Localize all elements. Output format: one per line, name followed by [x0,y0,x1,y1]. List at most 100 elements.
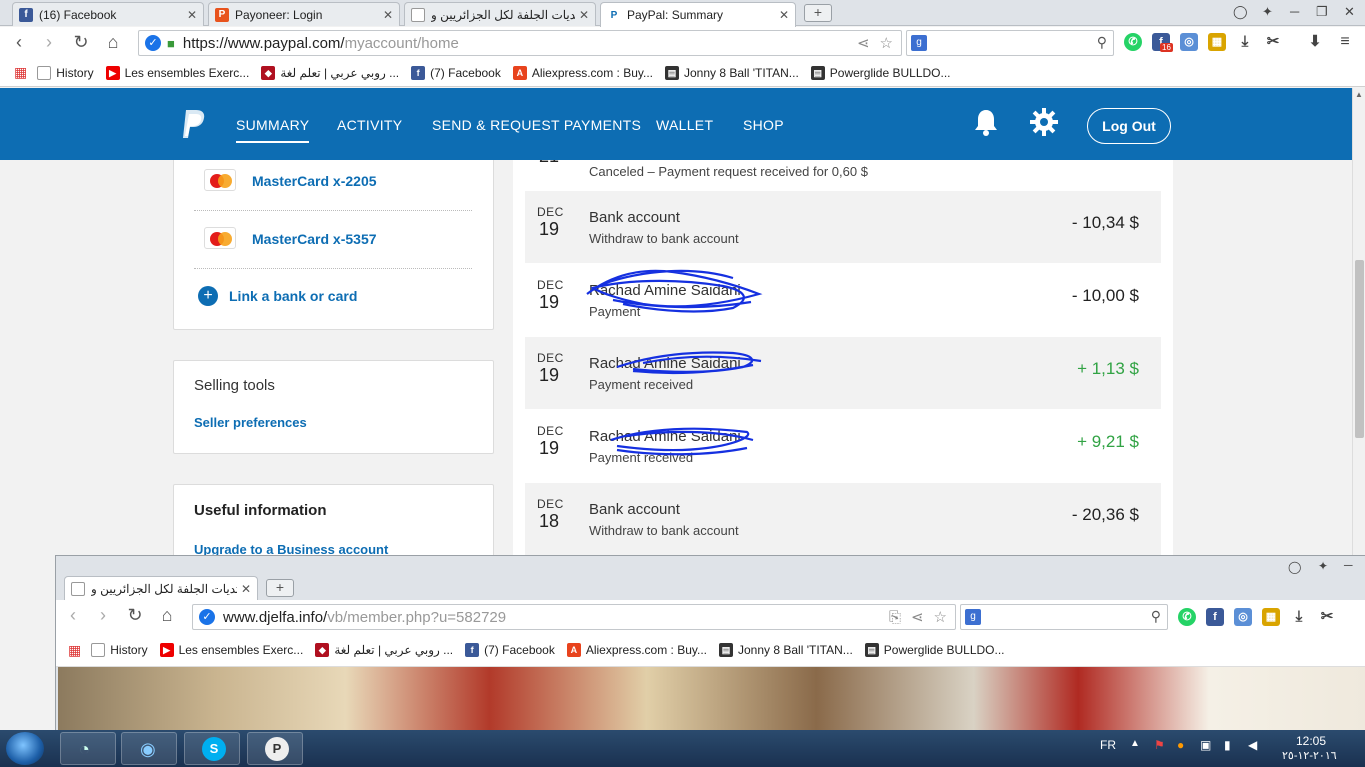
tray-app-icon[interactable]: ● [1177,738,1184,752]
pin-icon[interactable]: ✦ [1262,4,1273,20]
pin-icon[interactable]: ✦ [1318,559,1328,573]
chat-icon[interactable]: ◯ [1233,4,1248,20]
tab-facebook[interactable]: f (16) Facebook ✕ [12,2,204,26]
scrollbar-thumb[interactable] [1355,260,1364,438]
taskbar-app[interactable]: ◉ [121,732,177,765]
nav-summary[interactable]: SUMMARY [236,117,310,143]
close-window-icon[interactable]: ✕ [1344,4,1355,20]
tab-djelfa[interactable]: منتديات الجلفة لكل الجزائريين و ✕ [64,576,258,600]
home-icon[interactable]: ⌂ [102,33,124,51]
upgrade-business-link[interactable]: Upgrade to a Business account [194,542,388,555]
bookmark-ruby[interactable]: ◆ روبي عربي | تعلم لغة ... [315,643,453,657]
nav-activity[interactable]: ACTIVITY [337,117,402,133]
reload-icon[interactable]: ↻ [124,606,146,624]
reload-icon[interactable]: ↻ [70,33,92,51]
share-icon[interactable]: ⋖ [857,34,870,52]
search-engine-icon[interactable]: g [911,35,927,51]
minimize-icon[interactable]: ─ [1344,558,1353,572]
sync-icon[interactable]: ◎ [1180,33,1198,51]
card-link[interactable]: MasterCard x-2205 [252,173,377,189]
bookmark-youtube[interactable]: ▶ Les ensembles Exerc... [105,65,249,80]
transaction-row[interactable]: DEC 18 Bank account Withdraw to bank acc… [525,483,1161,555]
tab-paypal[interactable]: P PayPal: Summary ✕ [600,2,796,27]
search-icon[interactable]: ⚲ [1097,34,1107,51]
scissors-icon[interactable]: ✂ [1318,608,1336,626]
back-icon[interactable]: ‹ [62,606,84,624]
close-icon[interactable]: ✕ [383,8,393,22]
logout-button[interactable]: Log Out [1087,108,1171,144]
nav-send-request[interactable]: SEND & REQUEST PAYMENTS [432,117,641,133]
bookmark-facebook[interactable]: f (7) Facebook [411,65,501,80]
new-tab-button[interactable]: + [266,579,294,597]
volume-icon[interactable]: ◀ [1248,738,1257,752]
bookmark-powerglide[interactable]: ▤ Powerglide BULLDO... [810,65,951,80]
tab-djelfa[interactable]: منتديات الجلفة لكل الجزائريين و ✕ [404,2,596,26]
transaction-row[interactable]: DEC 19 Bank account Withdraw to bank acc… [525,191,1161,263]
maximize-icon[interactable]: ❐ [1316,4,1328,20]
flag-icon[interactable]: ⚑ [1154,738,1165,752]
sync-icon[interactable]: ◎ [1234,608,1252,626]
tab-payoneer[interactable]: P Payoneer: Login ✕ [208,2,400,26]
bookmark-history[interactable]: History [37,65,94,80]
apps-icon[interactable]: ▦ [14,64,27,81]
scroll-up-icon[interactable]: ▲ [1355,90,1363,99]
bookmark-history[interactable]: History [91,643,148,657]
bell-icon[interactable] [973,108,999,136]
back-icon[interactable]: ‹ [8,33,30,51]
close-icon[interactable]: ✕ [241,582,251,596]
search-input[interactable]: g ⚲ [906,30,1114,56]
apps-icon[interactable]: ▦ [68,642,81,659]
tray-app-icon[interactable]: ▣ [1200,738,1211,752]
gear-icon[interactable] [1030,108,1058,136]
taskbar-skype[interactable]: S [184,732,240,765]
home-icon[interactable]: ⌂ [156,606,178,624]
clock-date[interactable]: ٢٠١٦-١٢-٢٥ [1282,749,1337,762]
close-icon[interactable]: ✕ [579,8,589,22]
transaction-row[interactable]: DEC 19 Rachad Amine Saidani Payment rece… [525,410,1161,482]
search-engine-icon[interactable]: g [965,609,981,625]
bookmark-ruby[interactable]: ◆ روبي عربي | تعلم لغة ... [261,65,399,80]
taskbar-app[interactable]: ◔ [60,732,116,765]
transaction-row[interactable]: DEC 19 Rachad Amine Saidani Payment rece… [525,337,1161,409]
bookmark-aliexpress[interactable]: A Aliexpress.com : Buy... [512,65,653,80]
forward-icon[interactable]: › [38,33,60,51]
tray-expand-icon[interactable]: ▲ [1130,738,1140,749]
search-icon[interactable]: ⚲ [1151,608,1161,625]
forward-icon[interactable]: › [92,606,114,624]
search-input[interactable]: g ⚲ [960,604,1168,630]
link-bank-link[interactable]: Link a bank or card [229,288,357,304]
minimize-icon[interactable]: ─ [1290,4,1299,19]
bookmark-powerglide[interactable]: ▤ Powerglide BULLDO... [864,643,1005,657]
close-icon[interactable]: ✕ [779,8,789,22]
facebook-ext-icon[interactable]: f [1206,608,1224,626]
download-icon[interactable]: ⬇ [1306,33,1324,51]
download-ext-icon[interactable]: ⤓ [1236,33,1254,51]
seller-preferences-link[interactable]: Seller preferences [194,415,307,430]
whatsapp-icon[interactable]: ✆ [1124,33,1142,51]
start-button[interactable] [6,732,44,765]
star-icon[interactable]: ☆ [934,608,947,626]
download-ext-icon[interactable]: ⤓ [1290,608,1308,626]
add-icon[interactable]: + [198,286,218,306]
close-icon[interactable]: ✕ [187,8,197,22]
scissors-icon[interactable]: ✂ [1264,33,1282,51]
bookmark-youtube[interactable]: ▶ Les ensembles Exerc... [159,643,303,657]
whatsapp-icon[interactable]: ✆ [1178,608,1196,626]
network-icon[interactable]: ▮ [1224,738,1231,752]
transaction-row[interactable]: DEC 19 Rachad Amine Saidani Payment - 10… [525,264,1161,336]
card-link[interactable]: MasterCard x-5357 [252,231,377,247]
page-scrollbar[interactable]: ▲ [1352,88,1365,555]
transaction-row[interactable]: 21 Canceled – Payment request received f… [525,160,1161,190]
star-icon[interactable]: ☆ [880,34,893,52]
grid-ext-icon[interactable]: ▦ [1208,33,1226,51]
grid-ext-icon[interactable]: ▦ [1262,608,1280,626]
paypal-logo-icon[interactable] [180,108,206,140]
menu-icon[interactable]: ≡ [1336,33,1354,51]
share-icon[interactable]: ⋖ [911,608,924,626]
bookmark-facebook[interactable]: f (7) Facebook [465,643,555,657]
taskbar-app[interactable]: P [247,732,303,765]
clock-time[interactable]: 12:05 [1296,734,1326,748]
address-bar[interactable]: ✓ www.djelfa.info/ vb/member.php?u=58272… [192,604,956,630]
new-tab-button[interactable]: + [804,4,832,22]
chat-icon[interactable]: ◯ [1288,560,1301,574]
